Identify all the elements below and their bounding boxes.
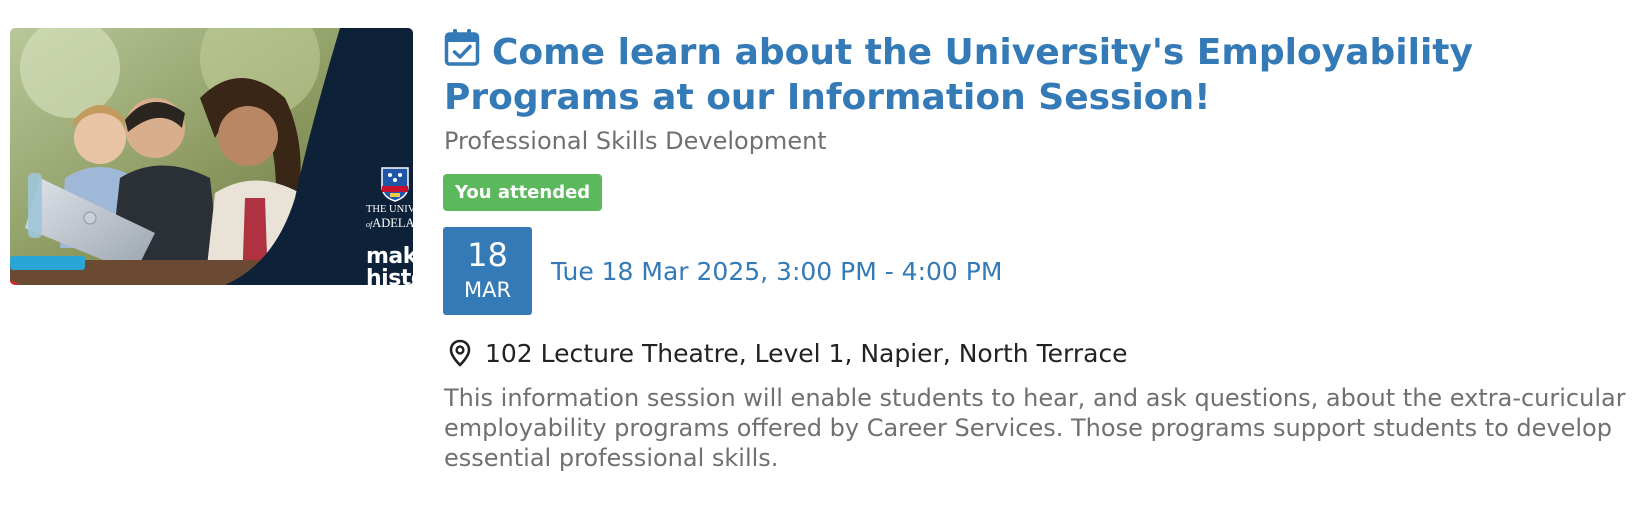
event-category: Professional Skills Development xyxy=(444,127,827,155)
event-title-link[interactable]: Come learn about the University's Employ… xyxy=(444,32,1473,118)
event-title: Come learn about the University's Employ… xyxy=(444,27,1634,120)
map-pin-icon xyxy=(449,339,471,367)
event-description: This information session will enable stu… xyxy=(444,384,1626,472)
event-card: THE UNIVE ofADELA make histo Come learn … xyxy=(0,0,1650,512)
calendar-check-icon xyxy=(444,29,480,66)
university-logo: THE UNIVE ofADELA make histo xyxy=(366,166,413,285)
date-month: MAR xyxy=(463,278,512,302)
date-day: 18 xyxy=(467,236,508,274)
event-datetime: Tue 18 Mar 2025, 3:00 PM - 4:00 PM xyxy=(551,257,1003,286)
university-name-word: ADELA xyxy=(372,216,413,230)
event-location: 102 Lecture Theatre, Level 1, Napier, No… xyxy=(485,339,1128,368)
date-block: 18 MAR xyxy=(443,227,532,315)
university-name-line2: ofADELA xyxy=(366,216,413,232)
tagline-line2: histo xyxy=(366,266,413,286)
tagline-line1: make xyxy=(366,244,413,269)
event-thumbnail[interactable]: THE UNIVE ofADELA make histo xyxy=(10,28,413,285)
university-name-line1: THE UNIVE xyxy=(366,204,413,215)
attendance-badge: You attended xyxy=(443,174,603,211)
crest-icon xyxy=(381,167,409,202)
event-photo xyxy=(10,28,413,285)
